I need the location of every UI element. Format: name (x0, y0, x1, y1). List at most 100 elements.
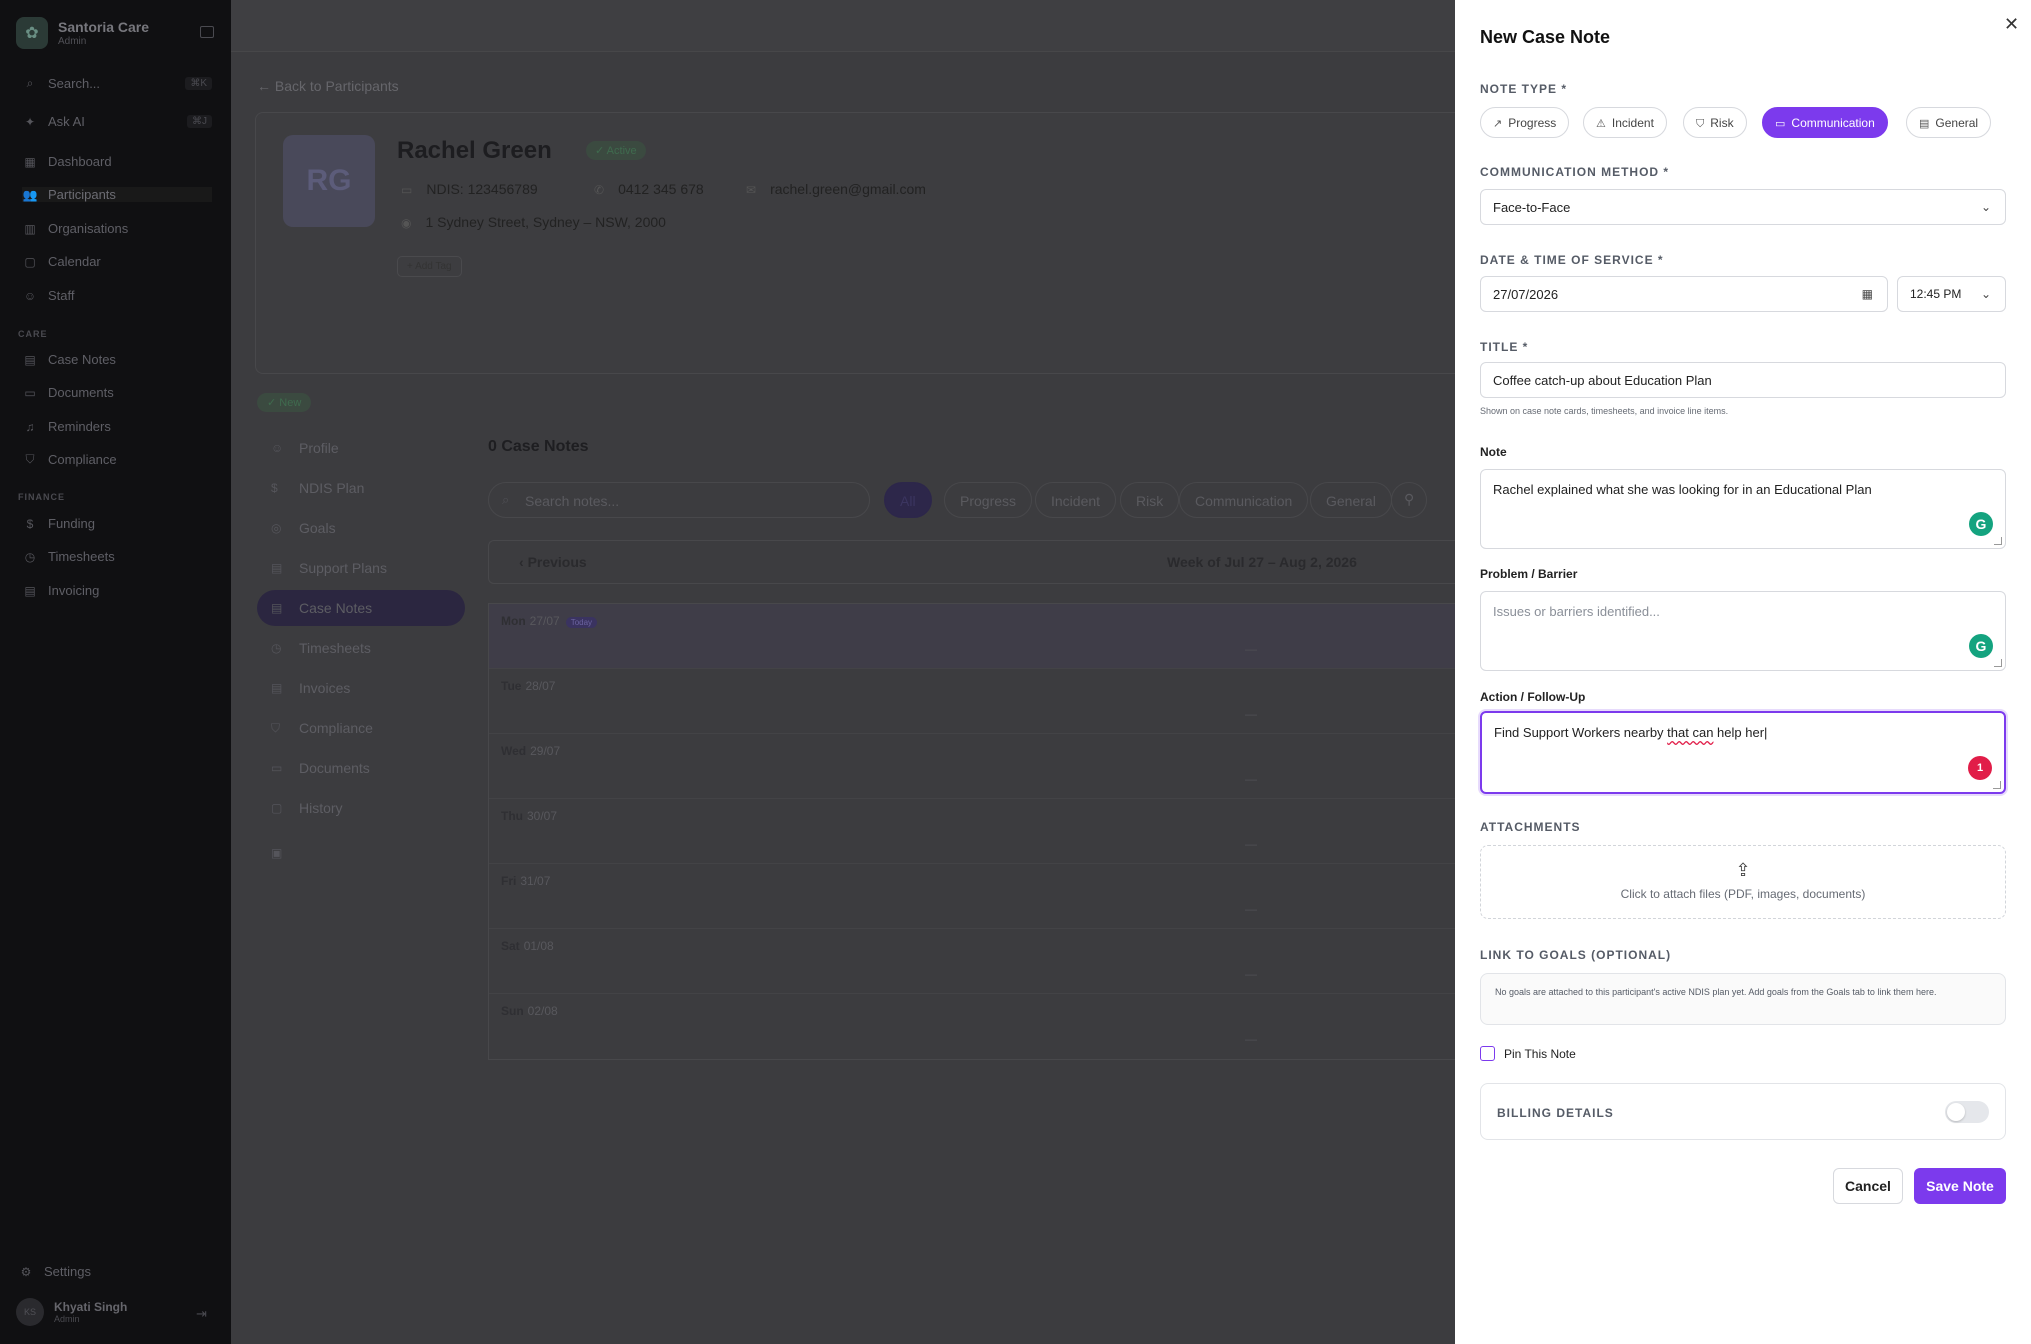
note-type-general[interactable]: ▤ General (1906, 107, 1992, 138)
tab-documents[interactable]: ▭ Documents (271, 760, 370, 776)
service-date-input[interactable]: 27/07/2026 ▦ (1480, 276, 1888, 312)
day-empty: — (1245, 707, 1257, 721)
sidebar-item-reminders[interactable]: ♫ Reminders (22, 419, 212, 434)
back-to-participants-link[interactable]: ← Back to Participants (257, 78, 399, 94)
sidebar-item-staff[interactable]: ☺ Staff (22, 288, 212, 303)
shield-icon: ⛉ (25, 452, 35, 466)
avatar: KS (16, 1298, 44, 1326)
close-icon[interactable]: ✕ (2004, 14, 2019, 35)
calendar-icon[interactable]: ▦ (1862, 287, 1873, 301)
tab-label: NDIS Plan (299, 480, 365, 496)
day-name: Tue (501, 679, 522, 693)
filter-all[interactable]: All (884, 482, 932, 518)
sidebar-item-organisations[interactable]: ▥ Organisations (22, 221, 212, 236)
tab-profile[interactable]: ☺ Profile (271, 440, 339, 456)
tab-ndis-plan[interactable]: $ NDIS Plan (271, 480, 364, 496)
sidebar-search[interactable]: ⌕ Search... ⌘K (22, 76, 212, 91)
tab-label: Profile (299, 440, 339, 456)
problem-barrier-textarea[interactable]: Issues or barriers identified... G (1480, 591, 2006, 671)
grammarly-icon[interactable]: G (1969, 634, 1993, 658)
previous-week-button[interactable]: ‹ Previous (519, 554, 587, 570)
tab-compliance[interactable]: ⛉ Compliance (271, 720, 373, 736)
action-follow-up-textarea[interactable]: Find Support Workers nearby that can hel… (1480, 711, 2006, 794)
sidebar-item-funding[interactable]: $ Funding (22, 516, 212, 531)
filter-risk[interactable]: Risk (1120, 482, 1180, 518)
sidebar-item-case-notes[interactable]: ▤ Case Notes (22, 352, 212, 367)
sidebar-item-calendar[interactable]: ▢ Calendar (22, 254, 212, 269)
brand[interactable]: ✿ Santoria Care Admin (16, 17, 149, 49)
sidebar-item-timesheets[interactable]: ◷ Timesheets (22, 549, 212, 564)
participant-address: ◉ 1 Sydney Street, Sydney – NSW, 2000 (401, 214, 666, 230)
tab-invoices[interactable]: ▤ Invoices (271, 680, 350, 696)
filter-progress[interactable]: Progress (944, 482, 1033, 518)
filter-communication[interactable]: Communication (1179, 482, 1309, 518)
filter-incident[interactable]: Incident (1035, 482, 1117, 518)
resize-handle-icon[interactable] (1994, 659, 2002, 667)
note-type-progress[interactable]: ↗ Progress (1480, 107, 1570, 138)
filter-general[interactable]: General (1310, 482, 1392, 518)
goals-empty-state: No goals are attached to this participan… (1480, 973, 2006, 1025)
title-label: TITLE * (1480, 340, 1529, 354)
email-address: rachel.green@gmail.com (770, 181, 926, 197)
sidebar-item-documents[interactable]: ▭ Documents (22, 385, 212, 400)
address-text: 1 Sydney Street, Sydney – NSW, 2000 (425, 214, 666, 230)
sidebar-item-invoicing[interactable]: ▤ Invoicing (22, 583, 212, 598)
tab-history[interactable]: ▢ History (271, 800, 343, 816)
sidebar-item-dashboard[interactable]: ▦ Dashboard (22, 154, 212, 169)
note-textarea[interactable]: Rachel explained what she was looking fo… (1480, 469, 2006, 549)
user-icon: ☺ (23, 288, 37, 303)
map-pin-icon: ◉ (401, 216, 412, 230)
warning-icon: ⚠ (1596, 118, 1606, 130)
grammarly-alert-icon[interactable]: 1 (1968, 756, 1992, 780)
logout-icon[interactable]: ⇥ (196, 1306, 207, 1322)
add-tag-button[interactable]: + Add Tag (397, 256, 462, 277)
sidebar-item-label: Calendar (48, 254, 101, 269)
tab-timesheets[interactable]: ◷ Timesheets (271, 640, 371, 656)
brand-logo-icon: ✿ (16, 17, 48, 49)
sidebar-ask-ai[interactable]: ✦ Ask AI ⌘J (22, 114, 212, 129)
tab-goals[interactable]: ◎ Goals (271, 520, 336, 536)
day-row: Sun 02/08 — (489, 994, 1455, 1059)
attachments-dropzone[interactable]: ⇪ Click to attach files (PDF, images, do… (1480, 845, 2006, 919)
user-role: Admin (54, 1314, 80, 1324)
resize-handle-icon[interactable] (1993, 781, 2001, 789)
sidebar-item-label: Invoicing (48, 583, 100, 598)
grammarly-icon[interactable]: G (1969, 512, 1993, 536)
pin-note-checkbox-row[interactable]: Pin This Note (1480, 1046, 1576, 1061)
receipt-icon: ▤ (24, 583, 36, 598)
service-time-select[interactable]: 12:45 PM ⌄ (1897, 276, 2006, 312)
title-input[interactable]: Coffee catch-up about Education Plan (1480, 362, 2006, 398)
user-profile[interactable]: KS Khyati Singh Admin (16, 1298, 127, 1326)
shield-icon: ⛉ (271, 720, 281, 735)
cancel-button[interactable]: Cancel (1833, 1168, 1903, 1204)
sidebar-item-label: Case Notes (48, 352, 116, 367)
filter-pinned[interactable]: ⚲ (1391, 482, 1428, 518)
sidebar-collapse-icon[interactable] (200, 26, 214, 38)
sidebar-item-participants[interactable]: 👥 Participants (22, 187, 212, 202)
pin-note-checkbox[interactable] (1480, 1046, 1495, 1061)
spelling-flag[interactable]: that can (1667, 725, 1713, 740)
sidebar-section-finance: FINANCE (18, 492, 65, 502)
file-icon: ▤ (24, 352, 36, 367)
participant-card: RG Rachel Green ✓ Active ▭ NDIS: 12345678… (255, 112, 1455, 374)
tab-case-notes[interactable]: ▤ Case Notes (271, 600, 372, 616)
resize-handle-icon[interactable] (1994, 537, 2002, 545)
note-type-risk[interactable]: ⛉ Risk (1683, 107, 1747, 138)
note-type-incident[interactable]: ⚠ Incident (1583, 107, 1667, 138)
tab-more[interactable]: ▣ (271, 846, 299, 860)
tab-support-plans[interactable]: ▤ Support Plans (271, 560, 387, 576)
clock-icon: ◷ (271, 641, 282, 655)
building-icon: ▥ (24, 221, 36, 236)
search-icon: ⌕ (502, 492, 510, 507)
mail-icon: ✉ (746, 183, 757, 197)
search-notes-input[interactable]: ⌕ Search notes... (488, 482, 870, 518)
note-type-communication[interactable]: ▭ Communication (1762, 107, 1888, 138)
billing-toggle[interactable] (1945, 1101, 1989, 1123)
communication-method-select[interactable]: Face-to-Face ⌄ (1480, 189, 2006, 225)
save-note-button[interactable]: Save Note (1914, 1168, 2006, 1204)
sidebar-item-compliance[interactable]: ⛉ Compliance (22, 452, 212, 467)
ask-ai-label: Ask AI (48, 114, 85, 129)
week-calendar: Mon 27/07 Today — Tue 28/07 — Wed 29/07 — Thu 30… (488, 603, 1455, 1060)
folder-icon: ▭ (271, 761, 283, 775)
sidebar-item-settings[interactable]: ⚙ Settings (18, 1264, 208, 1279)
